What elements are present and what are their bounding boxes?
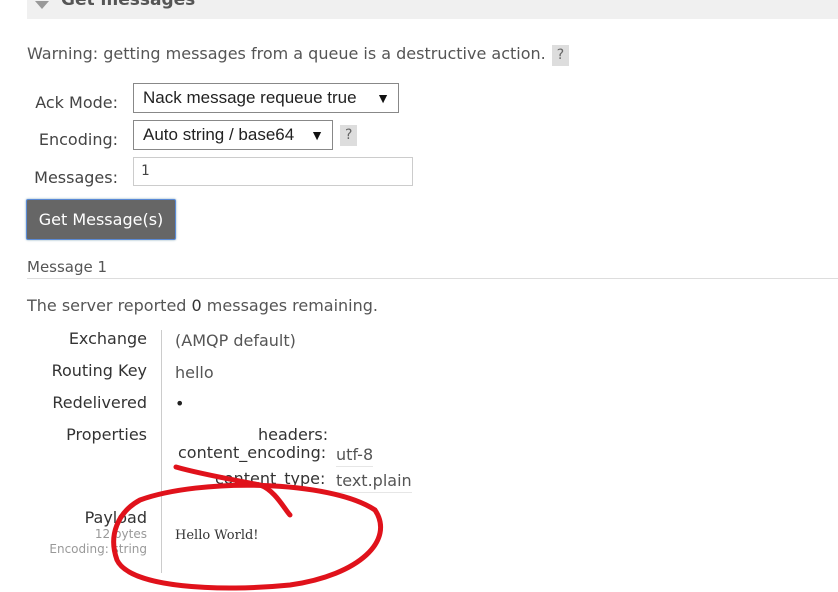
redelivered-label: Redelivered <box>52 393 147 412</box>
dropdown-arrow-icon: ▼ <box>310 127 324 143</box>
payload-label: Payload <box>84 508 147 527</box>
divider <box>27 278 838 279</box>
ack-mode-label: Ack Mode: <box>35 93 118 112</box>
content-encoding-text: utf-8 <box>336 445 374 467</box>
messages-input[interactable]: 1 <box>133 157 413 186</box>
redelivered-value: • <box>175 394 185 413</box>
dropdown-arrow-icon: ▼ <box>376 90 390 106</box>
server-report-suffix: messages remaining. <box>201 296 379 315</box>
ack-mode-select[interactable]: Nack message requeue true ▼ <box>133 83 399 113</box>
ack-mode-value: Nack message requeue true <box>143 88 357 107</box>
encoding-help-icon[interactable]: ? <box>340 125 358 146</box>
collapse-triangle-icon[interactable] <box>35 1 49 9</box>
remaining-count: 0 <box>191 296 202 315</box>
warning-text: Warning: getting messages from a queue i… <box>27 44 570 66</box>
payload-encoding: Encoding: string <box>49 542 147 556</box>
content-encoding-value: utf-8 <box>336 445 374 467</box>
routing-key-label: Routing Key <box>51 361 147 380</box>
properties-label: Properties <box>66 425 147 444</box>
content-type-key: content_type: <box>215 469 326 488</box>
content-encoding-key: content_encoding: <box>178 443 327 462</box>
encoding-select[interactable]: Auto string / base64 ▼ <box>133 120 333 150</box>
content-type-text: text.plain <box>336 471 412 493</box>
exchange-value: (AMQP default) <box>175 331 296 350</box>
routing-key-value: hello <box>175 363 214 382</box>
payload-text: Hello World! <box>175 528 259 543</box>
section-title: Get messages <box>61 0 196 10</box>
encoding-value: Auto string / base64 <box>143 125 295 144</box>
server-report: The server reported 0 messages remaining… <box>27 296 378 315</box>
message-title: Message 1 <box>27 258 108 276</box>
content-type-value: text.plain <box>336 471 412 493</box>
get-messages-header[interactable]: Get messages <box>27 0 838 19</box>
details-divider <box>161 330 162 573</box>
warning-message: Warning: getting messages from a queue i… <box>27 44 546 63</box>
server-report-prefix: The server reported <box>27 296 192 315</box>
exchange-label: Exchange <box>68 329 147 348</box>
help-icon[interactable]: ? <box>551 45 570 66</box>
headers-key: headers: <box>258 425 329 444</box>
payload-bytes: 12 bytes <box>94 527 147 541</box>
get-messages-button[interactable]: Get Message(s) <box>26 199 176 240</box>
messages-label: Messages: <box>34 168 118 187</box>
encoding-label: Encoding: <box>38 130 118 149</box>
